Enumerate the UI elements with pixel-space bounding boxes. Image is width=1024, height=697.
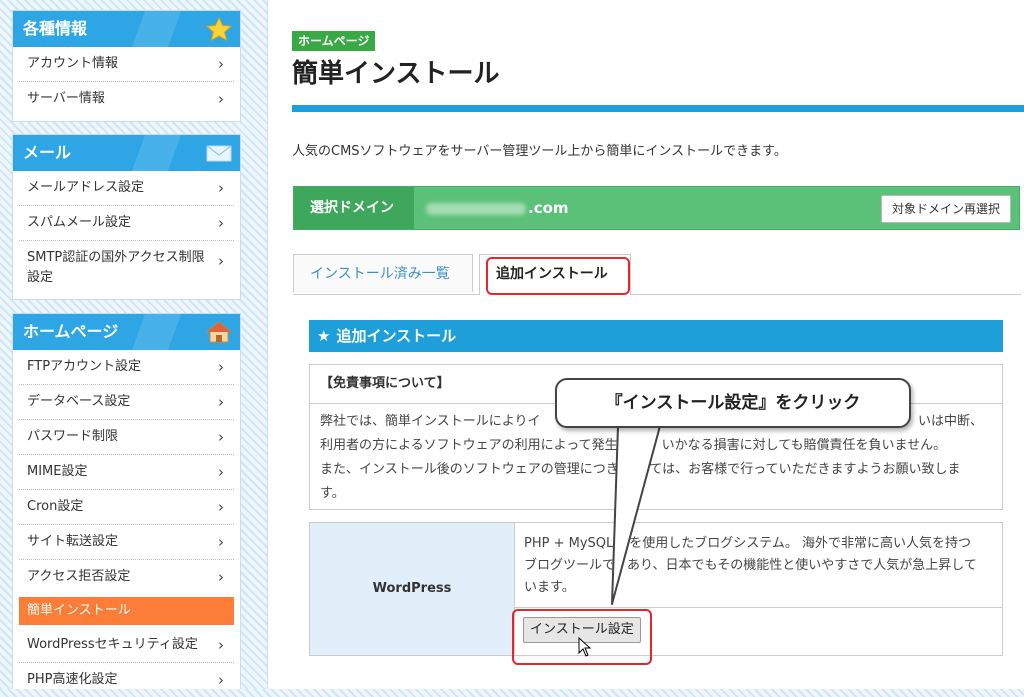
mail-icon [206,145,232,162]
chevron-right-icon: › [218,568,224,586]
sidebar-item-label: WordPressセキュリティ設定 [27,637,198,652]
software-description: PHP + MySQL を使用したブログシステム。 海外で非常に高い人気を持つ ブ… [524,536,977,595]
title-underline [292,105,1024,112]
category-badge: ホームページ [292,31,376,51]
sidebar-item-database[interactable]: データベース設定 › [19,385,234,420]
chevron-right-icon: › [218,636,224,654]
domain-label: 選択ドメイン [294,187,414,229]
chevron-right-icon: › [218,498,224,516]
sidebar-item-password-restriction[interactable]: パスワード制限 › [19,420,234,455]
sidebar-section-title: ホームページ [23,322,119,341]
disclaimer-line: 利用者の方によるソフトウェアの利用によって発生し 、いかなる損害に対しても賠償責任… [320,438,947,453]
sidebar-item-mail-address[interactable]: メールアドレス設定 › [19,171,234,206]
sidebar-section-header: メール [13,135,240,171]
domain-suffix: .com [528,199,569,217]
chevron-right-icon: › [218,358,224,376]
sidebar-item-label: FTPアカウント設定 [27,359,142,374]
section-header: ★ 追加インストール [309,320,1003,352]
software-table: WordPress PHP + MySQL を使用したブログシステム。 海外で非常… [309,522,1003,656]
section-title: 追加インストール [336,327,457,345]
sidebar-item-label: アクセス拒否設定 [27,569,131,584]
sidebar-item-label: サーバー情報 [27,91,105,106]
sidebar: 各種情報 アカウント情報 › サーバー情報 › メール メールアドレス設定 › [12,0,241,689]
chevron-right-icon: › [218,252,224,270]
disclaimer-line: また、インストール後のソフトウェアの管理につき しては、お客様で行っていただきます… [320,462,961,477]
chevron-right-icon: › [218,463,224,481]
sidebar-item-easy-install[interactable]: 簡単インストール [19,597,234,625]
sidebar-item-label: MIME設定 [27,464,88,479]
sidebar-item-access-deny[interactable]: アクセス拒否設定 › [19,560,234,594]
sidebar-section-header: 各種情報 [13,11,240,47]
sidebar-item-label: データベース設定 [27,394,131,409]
sidebar-item-smtp-restriction[interactable]: SMTP認証の国外アクセス制限設定 › [19,241,234,295]
sidebar-item-label: PHP高速化設定 [27,672,118,687]
chevron-right-icon: › [218,671,224,689]
chevron-right-icon: › [218,428,224,446]
star-icon [206,17,232,41]
row-divider [515,607,1002,608]
chevron-right-icon: › [218,533,224,551]
intro-text: 人気のCMSソフトウェアをサーバー管理ツール上から簡単にインストールできます。 [292,144,787,159]
sidebar-item-label: アカウント情報 [27,56,119,71]
sidebar-item-php-acceleration[interactable]: PHP高速化設定 › [19,663,234,697]
sidebar-item-label: Cron設定 [27,499,84,514]
domain-bar: 選択ドメイン .com 対象ドメイン再選択 [293,186,1020,230]
software-name: WordPress [310,523,515,655]
mouse-cursor-icon [578,637,592,657]
tab-installed-list[interactable]: インストール済み一覧 [293,254,473,292]
domain-value: .com [426,187,569,229]
sidebar-item-account-info[interactable]: アカウント情報 › [19,47,234,82]
sidebar-item-ftp-account[interactable]: FTPアカウント設定 › [19,350,234,385]
chevron-right-icon: › [218,55,224,73]
star-icon: ★ [317,327,331,345]
tab-highlight-frame [486,257,630,295]
house-icon [206,321,232,343]
sidebar-item-label: スパムメール設定 [27,215,132,230]
chevron-right-icon: › [218,179,224,197]
chevron-right-icon: › [218,90,224,108]
sidebar-item-label: SMTP認証の国外アクセス制限設定 [27,250,205,285]
blurred-domain-name [426,202,526,215]
sidebar-item-server-info[interactable]: サーバー情報 › [19,82,234,116]
sidebar-item-label: サイト転送設定 [27,534,119,549]
sidebar-section-header: ホームページ [13,314,240,350]
sidebar-section-homepage: ホームページ FTPアカウント設定 › データベース設定 › パスワード制限 ›… [12,313,241,689]
disclaimer-line: す。 [320,486,345,501]
sidebar-section-info: 各種情報 アカウント情報 › サーバー情報 › [12,10,241,122]
sidebar-item-cron[interactable]: Cron設定 › [19,490,234,525]
page-title: 簡単インストール [292,59,500,89]
callout-bubble: 『インストール設定』をクリック [555,378,911,428]
reselect-domain-button[interactable]: 対象ドメイン再選択 [880,195,1011,223]
sidebar-item-label: パスワード制限 [27,429,119,444]
chevron-right-icon: › [218,393,224,411]
main-panel: ホームページ 簡単インストール 人気のCMSソフトウェアをサーバー管理ツール上か… [267,0,1024,689]
sidebar-section-title: 各種情報 [23,19,88,38]
tab-bar: インストール済み一覧 追加インストール [293,254,1021,295]
sidebar-item-mime[interactable]: MIME設定 › [19,455,234,490]
sidebar-item-wordpress-security[interactable]: WordPressセキュリティ設定 › [19,628,234,663]
sidebar-section-mail: メール メールアドレス設定 › スパムメール設定 › SMTP認証の国外アクセス… [12,134,241,300]
sidebar-item-site-redirect[interactable]: サイト転送設定 › [19,525,234,560]
sidebar-item-label: メールアドレス設定 [27,180,145,195]
sidebar-item-label: 簡単インストール [27,603,131,618]
sidebar-item-spam-mail[interactable]: スパムメール設定 › [19,206,234,241]
sidebar-section-title: メール [23,143,72,162]
